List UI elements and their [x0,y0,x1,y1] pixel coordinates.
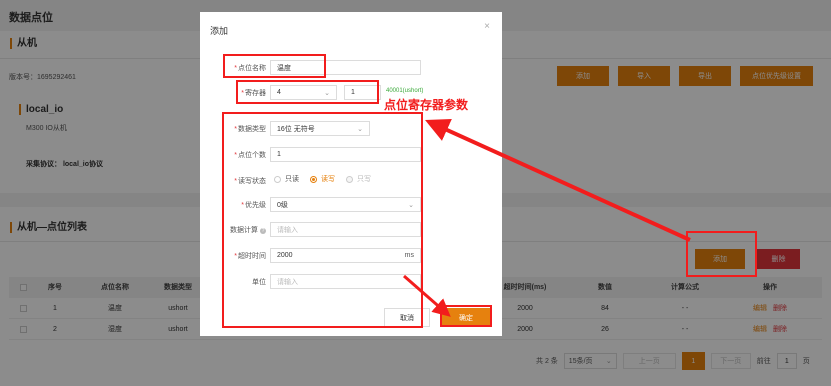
register-hint: 40001(ushort) [386,88,424,94]
highlight-name-box [223,54,326,78]
annotation-text: 点位寄存器参数 [384,98,469,112]
dialog-title: 添加 [210,26,229,36]
highlight-params-box [222,112,423,328]
highlight-add-box [686,231,757,277]
highlight-confirm-box [440,305,492,327]
close-icon[interactable]: × [484,21,490,32]
highlight-register-box [236,80,379,104]
